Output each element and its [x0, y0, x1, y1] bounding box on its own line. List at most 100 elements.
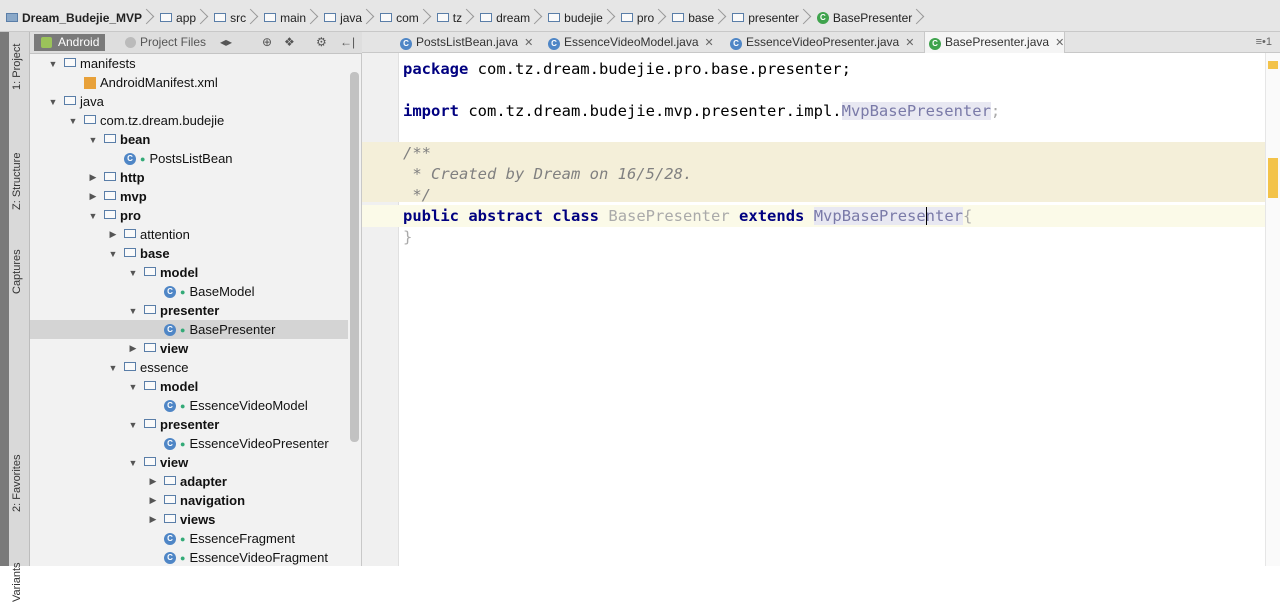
tab-list-menu-icon[interactable]: ≡•1: [1256, 32, 1272, 52]
tab-project-files[interactable]: Project Files: [122, 34, 210, 51]
tree-item[interactable]: ▼ model: [30, 263, 348, 282]
tree-item[interactable]: ▶ navigation: [30, 491, 348, 510]
tool-tab-favorites[interactable]: 2: Favorites: [11, 455, 23, 512]
code-editor[interactable]: package com.tz.dream.budejie.pro.base.pr…: [362, 53, 1280, 566]
tree-item[interactable]: ▼ pro: [30, 206, 348, 225]
tree-item[interactable]: ▼ com.tz.dream.budejie: [30, 111, 348, 130]
tab-android-view[interactable]: Android: [34, 34, 106, 51]
collapse-all-icon[interactable]: ⊕: [262, 34, 272, 51]
collapse-arrow-icon[interactable]: ▶: [108, 229, 118, 240]
scroll-from-source-icon[interactable]: ◂▸: [220, 34, 232, 51]
collapse-arrow-icon[interactable]: ▶: [148, 476, 158, 487]
code-line-comment-body[interactable]: * Created by Dream on 16/5/28.: [403, 164, 692, 184]
expand-arrow-icon[interactable]: ▼: [108, 363, 118, 373]
collapse-arrow-icon[interactable]: ▶: [148, 495, 158, 506]
breadcrumb-item[interactable]: pro: [615, 7, 666, 29]
tree-item[interactable]: ▶ mvp: [30, 187, 348, 206]
breadcrumb-item[interactable]: app: [154, 7, 208, 29]
code-line-comment-open[interactable]: /**: [403, 143, 431, 163]
breadcrumb-item[interactable]: base: [666, 7, 726, 29]
tree-item[interactable]: ▶ views: [30, 510, 348, 529]
hide-pane-icon[interactable]: ←|: [340, 34, 355, 51]
highlight-mark[interactable]: [1268, 158, 1278, 198]
breadcrumb-item[interactable]: C BasePresenter: [811, 7, 924, 29]
code-line-package[interactable]: package com.tz.dream.budejie.pro.base.pr…: [403, 59, 851, 79]
breadcrumb-item[interactable]: com: [374, 7, 431, 29]
close-icon[interactable]: ✕: [1055, 37, 1064, 49]
expand-arrow-icon[interactable]: ▼: [48, 59, 58, 69]
tree-item[interactable]: ▼ bean: [30, 130, 348, 149]
tree-item[interactable]: ▶ http: [30, 168, 348, 187]
text-caret: [926, 207, 927, 225]
code-line-import[interactable]: import com.tz.dream.budejie.mvp.presente…: [403, 101, 1000, 121]
breadcrumb-item[interactable]: main: [258, 7, 318, 29]
tree-item[interactable]: C ● EssenceVideoFragment: [30, 548, 348, 566]
expand-arrow-icon[interactable]: ▼: [108, 249, 118, 259]
tree-item[interactable]: ▼ java: [30, 92, 348, 111]
collapse-arrow-icon[interactable]: ▶: [148, 514, 158, 525]
tree-item[interactable]: C ● EssenceVideoModel: [30, 396, 348, 415]
breadcrumb-item[interactable]: presenter: [726, 7, 811, 29]
expand-arrow-icon[interactable]: ▼: [128, 458, 138, 468]
tree-item[interactable]: ▶ view: [30, 339, 348, 358]
collapse-arrow-icon[interactable]: ▶: [88, 172, 98, 183]
collapse-arrow-icon[interactable]: ▶: [128, 343, 138, 354]
gear-icon[interactable]: ⚙: [316, 34, 327, 51]
breadcrumb-item[interactable]: Dream_Budejie_MVP: [0, 7, 154, 29]
breadcrumb-label: tz: [452, 11, 463, 25]
error-stripe[interactable]: [1265, 53, 1280, 566]
collapse-arrow-icon[interactable]: ▶: [88, 191, 98, 202]
expand-arrow-icon[interactable]: ▼: [128, 420, 138, 430]
tree-item[interactable]: ▶ adapter: [30, 472, 348, 491]
tree-item[interactable]: ▼ presenter: [30, 415, 348, 434]
expand-arrow-icon[interactable]: ▼: [88, 211, 98, 221]
tree-item[interactable]: ▼ model: [30, 377, 348, 396]
editor-tab-essencevideomodel[interactable]: C EssenceVideoModel.java ✕: [544, 32, 714, 52]
close-icon[interactable]: ✕: [905, 37, 914, 49]
code-line-comment-close[interactable]: */: [403, 185, 431, 205]
editor-tab-postslistbean[interactable]: C PostsListBean.java ✕: [396, 32, 533, 52]
tree-item[interactable]: C ● EssenceFragment: [30, 529, 348, 548]
editor-tab-basepresenter[interactable]: C BasePresenter.java ✕: [924, 31, 1066, 53]
editor-tab-label: EssenceVideoPresenter.java: [746, 35, 900, 49]
expand-arrow-icon[interactable]: ▼: [128, 306, 138, 316]
editor-tab-essencevideopresenter[interactable]: C EssenceVideoPresenter.java ✕: [726, 32, 914, 52]
editor-gutter[interactable]: [362, 53, 399, 566]
tree-item[interactable]: AndroidManifest.xml: [30, 73, 348, 92]
warning-mark[interactable]: [1268, 61, 1278, 69]
code-line-closing-brace[interactable]: }: [403, 227, 412, 247]
keyword-package: package: [403, 60, 469, 78]
tree-item[interactable]: ▼ base: [30, 244, 348, 263]
expand-arrow-icon[interactable]: ▼: [128, 382, 138, 392]
autoscroll-icon[interactable]: ❖: [284, 34, 295, 51]
breadcrumb-item[interactable]: tz: [431, 7, 474, 29]
folder-icon: [264, 12, 277, 22]
tree-item[interactable]: ▼ manifests: [30, 54, 348, 73]
breadcrumb-item[interactable]: src: [208, 7, 258, 29]
breadcrumb-item[interactable]: java: [318, 7, 374, 29]
code-line-class-declaration[interactable]: public abstract class BasePresenter exte…: [403, 206, 972, 226]
expand-arrow-icon[interactable]: ▼: [128, 268, 138, 278]
tool-tab-variants[interactable]: Variants: [11, 562, 23, 602]
tree-item[interactable]: C ● EssenceVideoPresenter: [30, 434, 348, 453]
tool-tab-structure[interactable]: Z: Structure: [11, 153, 23, 210]
tree-item[interactable]: C ● BasePresenter: [30, 320, 348, 339]
package-icon: [124, 362, 136, 371]
tree-item[interactable]: ▼ presenter: [30, 301, 348, 320]
tree-item-label: AndroidManifest.xml: [100, 75, 218, 90]
close-icon[interactable]: ✕: [524, 37, 533, 49]
tree-scrollbar[interactable]: [350, 72, 359, 442]
tree-item[interactable]: ▼ view: [30, 453, 348, 472]
tool-tab-captures[interactable]: Captures: [11, 249, 23, 294]
tree-item[interactable]: ▶ attention: [30, 225, 348, 244]
tool-tab-project[interactable]: 1: Project: [11, 44, 23, 90]
breadcrumb-item[interactable]: dream: [474, 7, 542, 29]
expand-arrow-icon[interactable]: ▼: [68, 116, 78, 126]
tree-item[interactable]: C ● PostsListBean: [30, 149, 348, 168]
breadcrumb-item[interactable]: budejie: [542, 7, 615, 29]
expand-arrow-icon[interactable]: ▼: [88, 135, 98, 145]
tree-item[interactable]: C ● BaseModel: [30, 282, 348, 301]
expand-arrow-icon[interactable]: ▼: [48, 97, 58, 107]
close-icon[interactable]: ✕: [705, 37, 714, 49]
tree-item[interactable]: ▼ essence: [30, 358, 348, 377]
